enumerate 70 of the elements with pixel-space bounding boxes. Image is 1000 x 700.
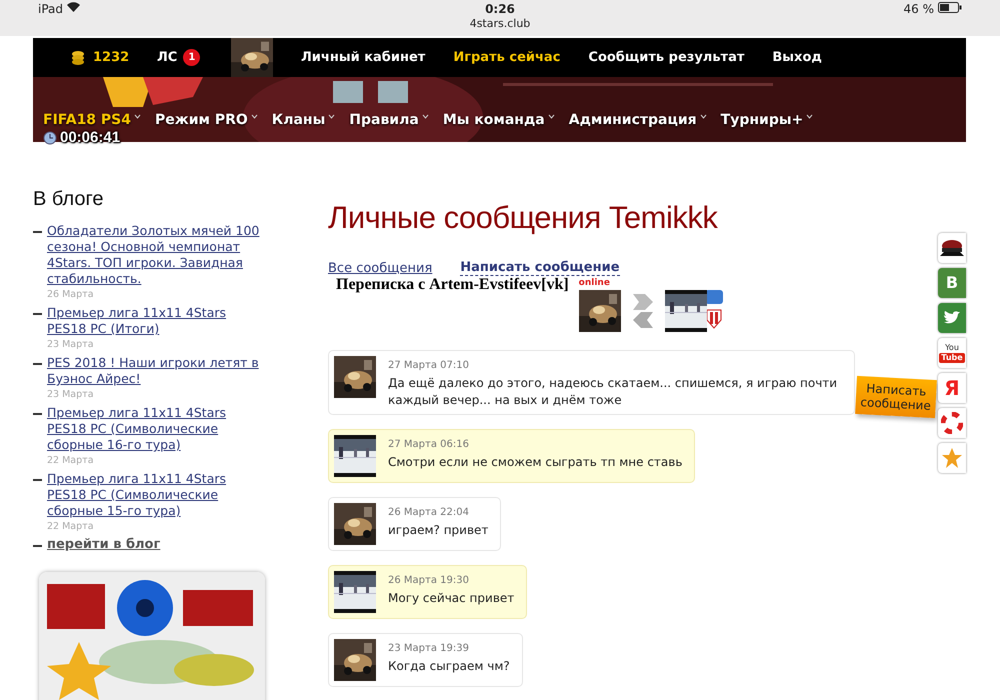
bird-icon[interactable]: [938, 303, 966, 333]
unread-count: 1: [183, 49, 200, 66]
menu-item[interactable]: Кланы: [272, 112, 336, 128]
clock-time: 0:26: [485, 2, 515, 17]
swap-arrows-icon: [630, 292, 655, 330]
message-text: Смотри если не сможем сыграть тп мне ставь: [388, 454, 682, 471]
conversation-title: Переписка с Artem-Evstifeev[vk]: [336, 276, 569, 294]
dash-mark: [33, 479, 42, 481]
top-link[interactable]: Личный кабинет: [301, 50, 426, 65]
menu-item[interactable]: Режим PRO: [155, 112, 258, 128]
menu-item[interactable]: Правила: [349, 112, 429, 128]
post-date: 22 Марта: [47, 520, 95, 534]
dash-mark: [33, 363, 42, 365]
yandex-button[interactable]: Я: [938, 373, 966, 403]
online-label: online: [578, 279, 610, 288]
post-link[interactable]: Премьер лига 11х11 4Stars PES18 PC (Итоги): [47, 305, 265, 337]
dash-mark: [33, 313, 42, 315]
message-date: 26 Марта 22:04: [388, 507, 470, 518]
battery-percent: 46 %: [904, 2, 934, 17]
write-message-tab[interactable]: Написать сообщение: [855, 376, 937, 418]
dash-mark: [33, 413, 42, 415]
post-date: 26 Марта: [47, 288, 95, 302]
wifi-icon: [67, 2, 80, 12]
post-link[interactable]: Премьер лига 11х11 4Stars PES18 PC (Символические сборные 16-го тура): [47, 405, 265, 453]
coin-balance: 1232: [93, 50, 130, 65]
caret-icon: [700, 114, 707, 119]
post-link[interactable]: PES 2018 ! Наши игроки летят в Буэнос Айрес!: [47, 355, 265, 387]
caret-icon: [250, 114, 258, 119]
menu-item[interactable]: FIFA18 PS4: [43, 112, 142, 128]
battery-icon: [938, 2, 962, 13]
message-date: 27 Марта 06:16: [388, 439, 470, 450]
blog-heading: В блоге: [33, 188, 104, 211]
top-link[interactable]: Выход: [772, 50, 822, 65]
blog-link[interactable]: перейти в блог: [47, 537, 265, 552]
message-text: играем? привет: [388, 522, 488, 539]
message-tab[interactable]: Все сообщения: [328, 260, 432, 276]
message-date: 27 Марта 07:10: [388, 360, 470, 371]
caret-icon: [422, 114, 429, 119]
caret-icon: [328, 114, 336, 119]
post-link[interactable]: Премьер лига 11х11 4Stars PES18 PC (Символические сборные 15-го тура): [47, 471, 265, 519]
dash-mark: [33, 231, 42, 233]
cap-icon[interactable]: [938, 233, 966, 263]
page-title: Личные сообщения Temikkk: [328, 200, 718, 236]
lifebuoy-icon[interactable]: [938, 408, 966, 438]
top-link[interactable]: Играть сейчас: [453, 50, 560, 65]
menu-item[interactable]: Турниры+: [720, 112, 814, 128]
caret-icon: [548, 114, 555, 119]
message-text: Могу сейчас привет: [388, 590, 514, 607]
youtube-button[interactable]: You Tube: [938, 338, 966, 368]
message-date: 26 Марта 19:30: [388, 575, 470, 586]
page-url[interactable]: 4stars.club: [470, 17, 530, 31]
post-link[interactable]: Обладатели Золотых мячей 100 сезона! Основной чемпионат 4Stars. ТОП игроки. Завидная стабильность.: [47, 223, 265, 287]
messages-link[interactable]: ЛС: [157, 50, 178, 65]
coins-icon: [71, 50, 85, 66]
message-text: Да ещё далеко до этого, надеюсь скатаем... спишемся, я играю почти каждый вечер... на вых и днём тоже: [388, 375, 838, 409]
device-name: iPad: [38, 2, 64, 17]
post-date: 23 Марта: [47, 388, 95, 402]
caret-icon: [806, 114, 814, 119]
post-date: 23 Марта: [47, 338, 95, 352]
vk-button[interactable]: В: [938, 268, 966, 298]
post-date: 22 Марта: [47, 454, 95, 468]
top-link[interactable]: Сообщить результат: [588, 50, 744, 65]
message-date: 23 Марта 19:39: [388, 643, 470, 654]
message-text: Когда сыграем чм?: [388, 658, 510, 675]
menu-item[interactable]: Мы команда: [442, 112, 555, 128]
menu-item[interactable]: Администрация: [568, 112, 707, 128]
dash-mark: [33, 545, 42, 547]
message-tab[interactable]: Написать сообщение: [460, 260, 620, 276]
session-timer: 00:06:41: [60, 129, 120, 146]
caret-icon: [134, 114, 142, 119]
